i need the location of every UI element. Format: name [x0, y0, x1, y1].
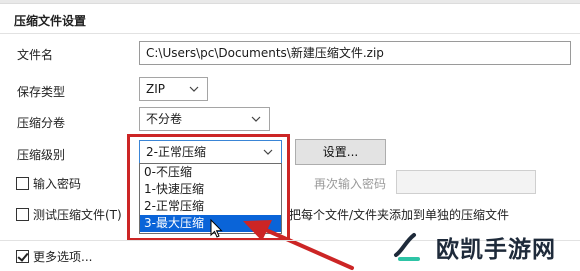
more-options-checkbox[interactable]	[16, 250, 29, 263]
save-type-label: 保存类型	[17, 85, 66, 99]
level-option[interactable]: 1-快速压缩	[140, 181, 281, 198]
filename-label: 文件名	[17, 48, 54, 62]
save-type-value: ZIP	[146, 82, 165, 96]
level-label: 压缩级别	[17, 148, 66, 162]
level-value: 2-正常压缩	[146, 145, 206, 159]
test-archive-checkbox[interactable]	[16, 208, 29, 221]
top-strip	[0, 0, 580, 4]
level-option[interactable]: 2-正常压缩	[140, 198, 281, 215]
split-select[interactable]: 不分卷	[139, 107, 270, 131]
section-title: 压缩文件设置	[14, 14, 87, 28]
chevron-down-icon	[263, 149, 273, 155]
test-archive-label: 测试压缩文件(T)	[33, 208, 122, 222]
separate-archive-label: 把每个文件/文件夹添加到单独的压缩文件	[289, 208, 510, 222]
reenter-password-input[interactable]	[396, 170, 536, 194]
watermark: 欧凯手游网	[388, 222, 580, 271]
filename-input[interactable]: C:\Users\pc\Documents\新建压缩文件.zip	[139, 41, 571, 65]
more-options-label: 更多选项...	[33, 250, 93, 264]
level-select[interactable]: 2-正常压缩	[139, 140, 282, 164]
password-checkbox[interactable]	[16, 177, 29, 190]
section-divider	[0, 33, 580, 34]
chevron-down-icon	[251, 116, 261, 122]
watermark-logo-icon	[394, 232, 420, 261]
watermark-text: 欧凯手游网	[436, 236, 556, 263]
reenter-password-label: 再次输入密码	[314, 177, 387, 191]
level-option[interactable]: 0-不压缩	[140, 164, 281, 181]
save-type-select[interactable]: ZIP	[139, 77, 208, 101]
password-label: 输入密码	[33, 177, 82, 191]
mouse-cursor-icon	[210, 219, 223, 238]
chevron-down-icon	[189, 86, 199, 92]
split-value: 不分卷	[146, 112, 183, 126]
settings-button[interactable]: 设置...	[295, 139, 386, 165]
split-label: 压缩分卷	[17, 116, 66, 130]
